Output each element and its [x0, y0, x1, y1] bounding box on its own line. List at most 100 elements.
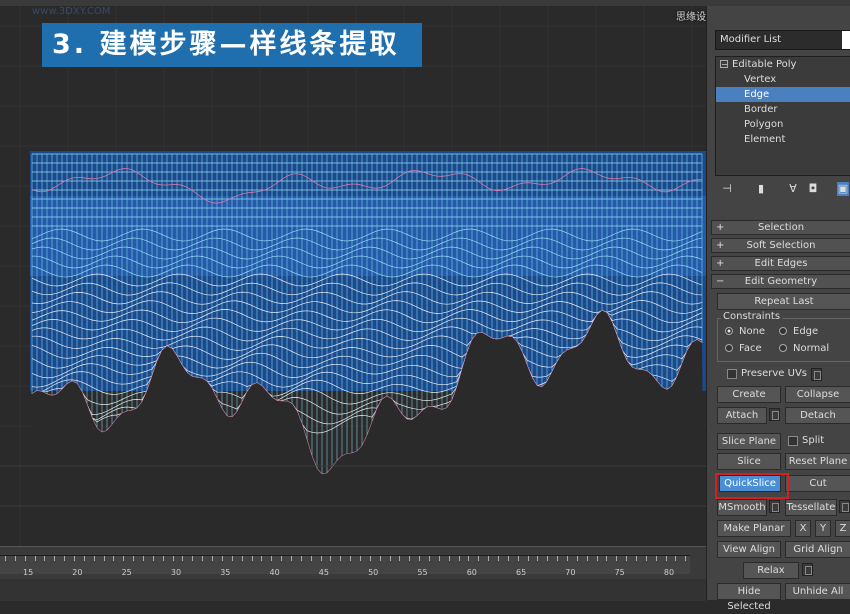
timeline-tick	[330, 556, 332, 561]
rollout-selection[interactable]: + Selection	[711, 220, 850, 235]
timeline-tick	[428, 556, 430, 561]
viewport[interactable]	[0, 6, 706, 546]
watermark-left: www.3DXY.COM	[32, 6, 111, 17]
timeline-tick	[389, 556, 391, 561]
timeline-tick	[320, 556, 322, 561]
quickslice-highlight-frame	[715, 473, 789, 499]
timeline-ruler[interactable]: 15 20 25 30 35 40 45 50 55 60 65 70 75 80	[0, 555, 690, 577]
constraint-none-radio[interactable]	[725, 327, 733, 335]
repeat-last-button[interactable]: Repeat Last	[717, 293, 850, 310]
relax-settings-icon[interactable]	[802, 563, 813, 576]
timeline-tick	[123, 556, 125, 561]
timeline-tick	[369, 556, 371, 561]
stack-item-polygon[interactable]: Polygon	[716, 117, 850, 132]
view-align-button[interactable]: View Align	[717, 541, 781, 558]
msmooth-button[interactable]: MSmooth	[717, 499, 767, 516]
timeline-tick	[133, 556, 135, 561]
plus-icon: +	[716, 222, 725, 233]
timeline-tick	[517, 556, 519, 561]
timeline-tick	[645, 556, 647, 561]
planar-y-button[interactable]: Y	[815, 520, 831, 537]
chevron-down-icon[interactable]	[842, 31, 850, 49]
timeline-tick	[438, 556, 440, 561]
preserve-uvs-checkbox[interactable]	[727, 369, 737, 379]
stack-item-vertex[interactable]: Vertex	[716, 72, 850, 87]
pin-stack-icon[interactable]: ⊣	[721, 182, 733, 196]
modifier-stack[interactable]: − Editable Poly Vertex Edge Border Polygo…	[715, 56, 850, 176]
stack-item-border[interactable]: Border	[716, 102, 850, 117]
timeline-tick	[64, 556, 66, 561]
remove-modifier-icon[interactable]: ◘	[807, 182, 819, 196]
stack-item-label: Vertex	[744, 74, 777, 85]
constraint-face-label: Face	[739, 343, 762, 354]
modifier-list-dropdown[interactable]: Modifier List	[715, 30, 850, 50]
timeline[interactable]: 15 20 25 30 35 40 45 50 55 60 65 70 75 80	[0, 546, 706, 601]
constraint-edge-radio[interactable]	[779, 327, 787, 335]
planar-x-button[interactable]: X	[795, 520, 811, 537]
rollout-edit-geometry[interactable]: − Edit Geometry	[711, 274, 850, 289]
tessellate-settings-icon[interactable]	[839, 500, 850, 513]
attach-button[interactable]: Attach	[717, 407, 767, 424]
timeline-tick	[399, 556, 401, 561]
timeline-tick	[54, 556, 56, 561]
constraints-label: Constraints	[721, 311, 783, 323]
stack-item-edge[interactable]: Edge	[716, 87, 850, 102]
reset-plane-button[interactable]: Reset Plane	[785, 453, 850, 470]
constraint-normal-radio[interactable]	[779, 344, 787, 352]
stack-item-editable-poly[interactable]: − Editable Poly	[716, 57, 850, 72]
preserve-uvs-settings-icon[interactable]	[811, 368, 822, 381]
split-checkbox[interactable]	[788, 436, 798, 446]
hide-selected-button[interactable]: Hide Selected	[717, 583, 781, 612]
timeline-tick	[212, 556, 214, 561]
create-button[interactable]: Create	[717, 386, 781, 403]
page-title: 3. 建模步骤—样线条提取	[42, 23, 422, 67]
relax-button[interactable]: Relax	[743, 562, 799, 579]
msmooth-settings-icon[interactable]	[769, 500, 780, 513]
unhide-all-button[interactable]: Unhide All	[785, 583, 850, 600]
grid-align-button[interactable]: Grid Align	[785, 541, 850, 558]
stack-item-label: Element	[744, 134, 786, 145]
timeline-tick-label: 65	[516, 568, 527, 577]
timeline-tick	[350, 556, 352, 561]
tessellate-button[interactable]: Tessellate	[785, 499, 837, 516]
slice-plane-button[interactable]: Slice Plane	[717, 433, 781, 450]
timeline-tick	[172, 556, 174, 561]
rollout-label: Soft Selection	[746, 240, 816, 251]
cut-button[interactable]: Cut	[785, 475, 850, 492]
timeline-tick-label: 70	[565, 568, 576, 577]
timeline-tick	[685, 556, 687, 561]
rollout-label: Edit Edges	[754, 258, 808, 269]
rollout-label: Edit Geometry	[744, 276, 818, 287]
planar-z-button[interactable]: Z	[835, 520, 850, 537]
split-label: Split	[802, 435, 825, 446]
rollout-edit-edges[interactable]: + Edit Edges	[711, 256, 850, 271]
stack-item-label: Polygon	[744, 119, 784, 130]
show-end-result-icon[interactable]: ▮	[755, 182, 767, 196]
timeline-tick	[152, 556, 154, 561]
make-planar-button[interactable]: Make Planar	[717, 520, 791, 537]
rollout-soft-selection[interactable]: + Soft Selection	[711, 238, 850, 253]
timeline-tick	[24, 556, 26, 561]
timeline-tick	[93, 556, 95, 561]
collapse-icon[interactable]: −	[720, 60, 728, 69]
attach-settings-icon[interactable]	[769, 408, 780, 421]
timeline-tick	[468, 556, 470, 561]
detach-button[interactable]: Detach	[785, 407, 850, 424]
timeline-tick	[221, 556, 223, 561]
timeline-tick	[300, 556, 302, 561]
stack-item-element[interactable]: Element	[716, 132, 850, 147]
collapse-button[interactable]: Collapse	[785, 386, 850, 403]
constraint-edge-label: Edge	[793, 326, 819, 337]
constraint-face-radio[interactable]	[725, 344, 733, 352]
configure-sets-icon[interactable]: ▣	[837, 182, 849, 196]
timeline-tick	[359, 556, 361, 561]
make-unique-icon[interactable]: ∀	[787, 182, 799, 196]
timeline-tick-label: 50	[368, 568, 379, 577]
timeline-tick	[261, 556, 263, 561]
slice-button[interactable]: Slice	[717, 453, 781, 470]
timeline-tick	[458, 556, 460, 561]
timeline-tick	[113, 556, 115, 561]
constraint-none-label: None	[739, 326, 766, 337]
timeline-tick	[290, 556, 292, 561]
timeline-tick-label: 20	[72, 568, 83, 577]
